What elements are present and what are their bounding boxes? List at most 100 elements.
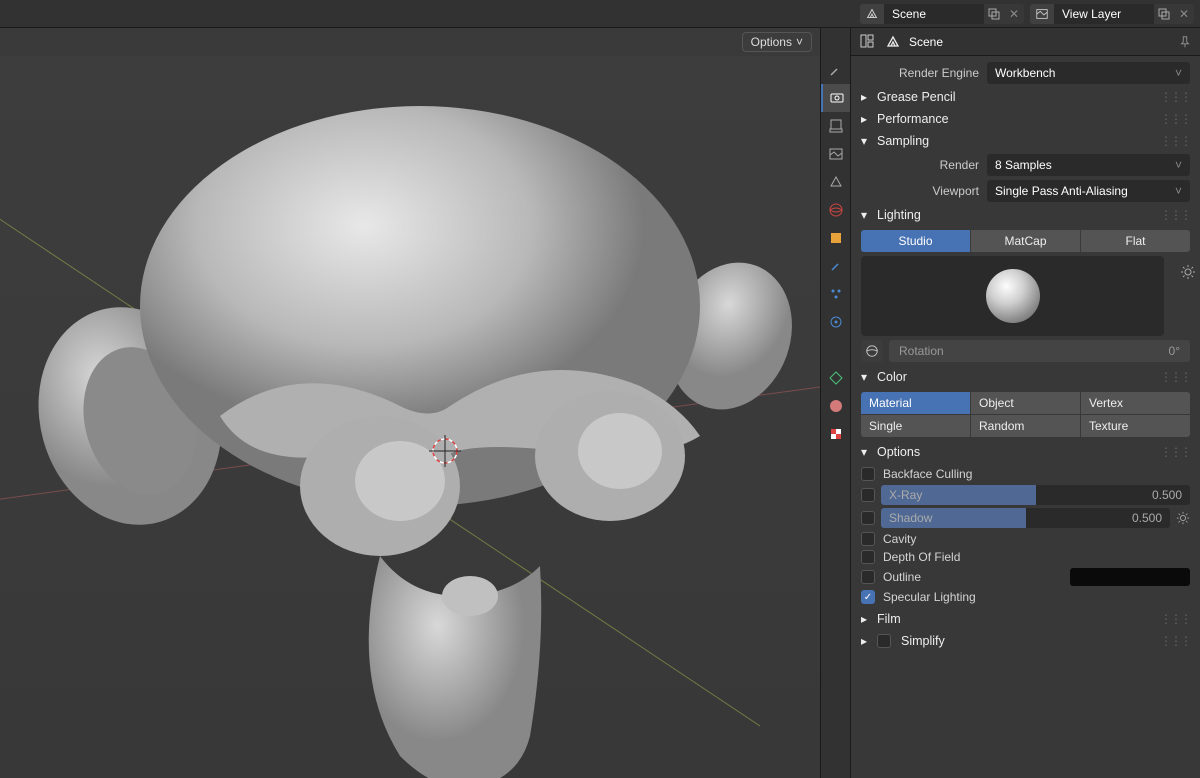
preview-sphere	[986, 269, 1040, 323]
properties-header: Scene	[851, 28, 1200, 56]
backface-culling-label: Backface Culling	[883, 467, 972, 481]
grip-icon[interactable]: ⋮⋮⋮	[1160, 90, 1190, 104]
shadow-slider[interactable]: Shadow 0.500	[881, 508, 1170, 528]
properties-tabs	[820, 28, 850, 778]
rotation-field[interactable]: Rotation 0°	[889, 340, 1190, 362]
viewport-header: Options ˅	[0, 28, 820, 56]
browse-viewlayer-icon[interactable]	[1154, 4, 1174, 24]
main-area: Options ˅ ˅ ˅ ˅	[0, 28, 1200, 778]
close-viewlayer-icon[interactable]: ✕	[1174, 4, 1194, 24]
chevron-down-icon: ˅	[796, 35, 803, 49]
sampling-viewport-label: Viewport	[861, 184, 979, 198]
sampling-render-label: Render	[861, 158, 979, 172]
xray-checkbox[interactable]	[861, 488, 875, 502]
top-bar: Scene ✕ View Layer ✕	[0, 0, 1200, 28]
tab-constraints[interactable]	[821, 336, 851, 364]
viewlayer-name-field[interactable]: View Layer	[1054, 4, 1154, 24]
cavity-checkbox[interactable]	[861, 532, 875, 546]
tab-render[interactable]	[821, 84, 851, 112]
color-mode-grid: Material Object Vertex Single Random Tex…	[861, 392, 1190, 437]
grip-icon[interactable]: ⋮⋮⋮	[1160, 370, 1190, 384]
color-material[interactable]: Material	[861, 392, 970, 414]
panel-options[interactable]: ▾ Options ⋮⋮⋮	[851, 441, 1200, 463]
outline-checkbox[interactable]	[861, 570, 875, 584]
tab-texture[interactable]	[821, 420, 851, 448]
grip-icon[interactable]: ⋮⋮⋮	[1160, 112, 1190, 126]
tab-particles[interactable]	[821, 280, 851, 308]
grip-icon[interactable]: ⋮⋮⋮	[1160, 208, 1190, 222]
dof-label: Depth Of Field	[883, 550, 960, 564]
scene-icon[interactable]	[860, 4, 884, 24]
gear-icon[interactable]	[1176, 511, 1190, 525]
triangle-right-icon: ▸	[861, 612, 871, 626]
triangle-down-icon: ▾	[861, 208, 871, 222]
scene-selector[interactable]: Scene ✕	[860, 4, 1024, 24]
panel-grease-pencil[interactable]: ▸ Grease Pencil ⋮⋮⋮	[851, 86, 1200, 108]
world-rotation-icon[interactable]	[861, 340, 883, 362]
render-engine-dropdown[interactable]: Workbench ˅	[987, 62, 1190, 84]
chevron-down-icon: ˅	[1175, 158, 1182, 172]
tab-tool[interactable]	[821, 56, 851, 84]
scene-name-field[interactable]: Scene	[884, 4, 984, 24]
triangle-right-icon: ▸	[861, 112, 871, 126]
tab-mesh[interactable]	[821, 364, 851, 392]
triangle-down-icon: ▾	[861, 134, 871, 148]
viewlayer-selector[interactable]: View Layer ✕	[1030, 4, 1194, 24]
tab-viewlayer[interactable]	[821, 140, 851, 168]
color-texture[interactable]: Texture	[1081, 415, 1190, 437]
grip-icon[interactable]: ⋮⋮⋮	[1160, 134, 1190, 148]
grip-icon[interactable]: ⋮⋮⋮	[1160, 634, 1190, 648]
xray-slider[interactable]: X-Ray 0.500	[881, 485, 1190, 505]
breadcrumb-scene: Scene	[909, 35, 1170, 49]
sampling-viewport-dropdown[interactable]: Single Pass Anti-Aliasing˅	[987, 180, 1190, 202]
outline-label: Outline	[883, 570, 921, 584]
tab-material[interactable]	[821, 392, 851, 420]
tab-modifier[interactable]	[821, 252, 851, 280]
lighting-studio[interactable]: Studio	[861, 230, 971, 252]
panel-sampling[interactable]: ▾ Sampling ⋮⋮⋮	[851, 130, 1200, 152]
close-scene-icon[interactable]: ✕	[1004, 4, 1024, 24]
panel-film[interactable]: ▸ Film ⋮⋮⋮	[851, 608, 1200, 630]
color-object[interactable]: Object	[971, 392, 1080, 414]
studio-light-preview[interactable]	[861, 256, 1164, 336]
simplify-checkbox[interactable]	[877, 634, 891, 648]
lighting-matcap[interactable]: MatCap	[971, 230, 1081, 252]
lighting-flat[interactable]: Flat	[1081, 230, 1190, 252]
triangle-right-icon: ▸	[861, 634, 871, 648]
tab-world[interactable]	[821, 196, 851, 224]
dof-checkbox[interactable]	[861, 550, 875, 564]
grip-icon[interactable]: ⋮⋮⋮	[1160, 445, 1190, 459]
panel-color[interactable]: ▾ Color ⋮⋮⋮	[851, 366, 1200, 388]
tab-output[interactable]	[821, 112, 851, 140]
specular-checkbox[interactable]: ✓	[861, 590, 875, 604]
editor-type-icon[interactable]	[859, 33, 877, 51]
color-vertex[interactable]: Vertex	[1081, 392, 1190, 414]
panel-simplify[interactable]: ▸ Simplify ⋮⋮⋮	[851, 630, 1200, 652]
3d-viewport[interactable]: Options ˅ ˅ ˅ ˅	[0, 28, 820, 778]
cavity-label: Cavity	[883, 532, 916, 546]
color-single[interactable]: Single	[861, 415, 970, 437]
tab-physics[interactable]	[821, 308, 851, 336]
browse-scene-icon[interactable]	[984, 4, 1004, 24]
viewport-options-button[interactable]: Options ˅	[742, 32, 812, 52]
properties-panel: Scene Render Engine Workbench ˅ ▸ Grease…	[850, 28, 1200, 778]
pin-icon[interactable]	[1178, 35, 1192, 49]
outline-color-swatch[interactable]	[1070, 568, 1190, 586]
chevron-down-icon: ˅	[1175, 184, 1182, 198]
tab-object[interactable]	[821, 224, 851, 252]
lighting-mode-selector: Studio MatCap Flat	[861, 230, 1190, 252]
viewlayer-icon[interactable]	[1030, 4, 1054, 24]
tab-scene[interactable]	[821, 168, 851, 196]
sampling-render-dropdown[interactable]: 8 Samples˅	[987, 154, 1190, 176]
color-random[interactable]: Random	[971, 415, 1080, 437]
render-engine-label: Render Engine	[861, 66, 979, 80]
grip-icon[interactable]: ⋮⋮⋮	[1160, 612, 1190, 626]
panel-lighting[interactable]: ▾ Lighting ⋮⋮⋮	[851, 204, 1200, 226]
shadow-checkbox[interactable]	[861, 511, 875, 525]
specular-label: Specular Lighting	[883, 590, 976, 604]
panel-performance[interactable]: ▸ Performance ⋮⋮⋮	[851, 108, 1200, 130]
gear-icon[interactable]	[1180, 264, 1196, 280]
viewport-canvas[interactable]	[0, 56, 820, 778]
backface-culling-checkbox[interactable]	[861, 467, 875, 481]
triangle-right-icon: ▸	[861, 90, 871, 104]
